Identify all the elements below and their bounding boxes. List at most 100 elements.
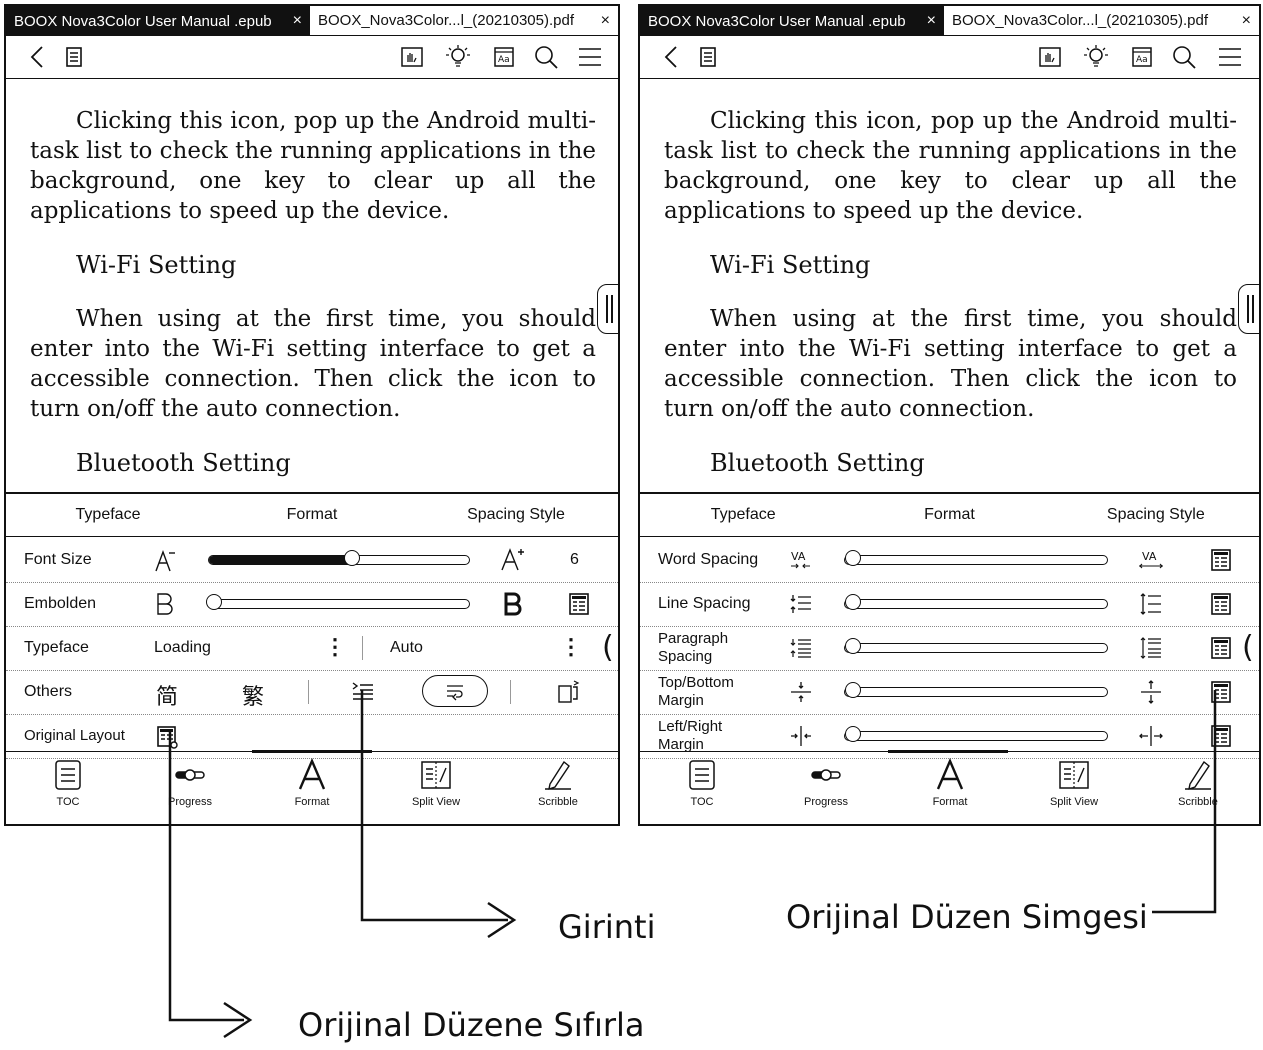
embolden-off-icon[interactable]	[152, 591, 178, 617]
touch-toggle-icon[interactable]	[1036, 44, 1064, 70]
typeface-more-icon[interactable]: ⋮	[324, 634, 346, 660]
menu-icon[interactable]	[1216, 44, 1244, 70]
book-info-icon[interactable]	[694, 44, 722, 70]
document-tabbar: BOOX Nova3Color User Manual .epub × BOOX…	[640, 6, 1259, 36]
original-layout-icon[interactable]	[1208, 723, 1234, 749]
side-drawer-handle[interactable]	[597, 284, 618, 334]
apply-layout-icon[interactable]	[566, 591, 592, 617]
vertical-margin-increase-icon[interactable]	[1138, 679, 1164, 705]
close-icon[interactable]: ×	[1242, 12, 1251, 30]
font-settings-icon[interactable]: Aa	[1128, 44, 1156, 70]
slider-knob[interactable]	[206, 594, 223, 610]
tab-format[interactable]: Format	[210, 494, 414, 536]
vertical-margin-decrease-icon[interactable]	[788, 679, 814, 705]
line-spacing-slider[interactable]	[844, 594, 1108, 610]
original-layout-icon[interactable]	[1208, 591, 1234, 617]
horizontal-margin-increase-icon[interactable]	[1138, 723, 1164, 749]
word-spacing-slider[interactable]	[844, 550, 1108, 566]
paragraph-spacing-increase-icon[interactable]	[1138, 635, 1164, 661]
frontlight-icon[interactable]	[1082, 44, 1110, 70]
panel-edge-handle[interactable]: (	[1242, 630, 1254, 665]
side-drawer-handle[interactable]	[1238, 284, 1259, 334]
reset-original-layout-icon[interactable]	[154, 724, 180, 750]
text-reflow-toggle[interactable]	[422, 675, 488, 707]
embolden-slider[interactable]	[206, 594, 470, 610]
left-right-margin-slider[interactable]	[844, 726, 1108, 742]
section-heading: Wi-Fi Setting	[710, 251, 871, 279]
top-bottom-margin-slider[interactable]	[844, 682, 1108, 698]
slider-knob[interactable]	[844, 594, 861, 610]
nav-toc[interactable]: TOC	[28, 758, 108, 808]
line-spacing-row: Line Spacing	[640, 582, 1259, 627]
nav-split-view[interactable]: Split View	[1034, 758, 1114, 808]
divider	[308, 680, 309, 704]
slider-knob[interactable]	[344, 550, 360, 566]
paragraph-spacing-slider[interactable]	[844, 638, 1108, 654]
nav-progress[interactable]: Progress	[150, 758, 230, 808]
embolden-on-icon[interactable]	[500, 591, 526, 617]
original-layout-icon[interactable]	[1208, 547, 1234, 573]
nav-format[interactable]: Format	[272, 758, 352, 808]
tab-epub[interactable]: BOOX Nova3Color User Manual .epub ×	[6, 6, 310, 36]
format-icon	[298, 758, 326, 790]
nav-progress[interactable]: Progress	[786, 758, 866, 808]
paragraph-spacing-label: Paragraph Spacing	[658, 630, 729, 665]
nav-format[interactable]: Format	[910, 758, 990, 808]
word-spacing-increase-icon[interactable]: VA	[1138, 547, 1164, 573]
slider-knob[interactable]	[844, 550, 861, 566]
tab-format[interactable]: Format	[846, 494, 1052, 536]
slider-knob[interactable]	[844, 726, 861, 742]
tab-pdf[interactable]: BOOX_Nova3Color...l_(20210305).pdf ×	[944, 6, 1259, 36]
original-layout-icon[interactable]	[1208, 679, 1234, 705]
font-decrease-icon[interactable]	[152, 548, 178, 574]
slider-knob[interactable]	[844, 638, 861, 654]
menu-icon[interactable]	[576, 44, 604, 70]
traditional-chinese-button[interactable]: 繁	[242, 679, 264, 711]
paragraph-spacing-decrease-icon[interactable]	[788, 635, 814, 661]
toc-icon	[689, 760, 715, 790]
close-icon[interactable]: ×	[927, 12, 936, 30]
typeface-value[interactable]: Loading	[154, 639, 211, 657]
touch-toggle-icon[interactable]	[398, 44, 426, 70]
reader-toolbar: Aa	[640, 36, 1259, 79]
horizontal-margin-decrease-icon[interactable]	[788, 723, 814, 749]
nav-split-view[interactable]: Split View	[396, 758, 476, 808]
frontlight-icon[interactable]	[444, 44, 472, 70]
search-icon[interactable]	[1170, 44, 1198, 70]
tab-typeface[interactable]: Typeface	[6, 494, 210, 536]
word-spacing-decrease-icon[interactable]: VA	[788, 547, 814, 573]
nav-scribble[interactable]: Scribble	[1158, 758, 1238, 808]
typeface-auto[interactable]: Auto	[390, 639, 423, 657]
tab-spacing-style[interactable]: Spacing Style	[414, 494, 618, 536]
line-spacing-decrease-icon[interactable]	[788, 591, 814, 617]
search-icon[interactable]	[532, 44, 560, 70]
tab-pdf[interactable]: BOOX_Nova3Color...l_(20210305).pdf ×	[310, 6, 618, 36]
slider-knob[interactable]	[844, 682, 861, 698]
font-settings-icon[interactable]: Aa	[490, 44, 518, 70]
book-info-icon[interactable]	[60, 44, 88, 70]
close-icon[interactable]: ×	[293, 12, 302, 30]
tab-epub[interactable]: BOOX Nova3Color User Manual .epub ×	[640, 6, 944, 36]
tab-typeface[interactable]: Typeface	[640, 494, 846, 536]
font-increase-icon[interactable]	[500, 546, 526, 572]
nav-toc[interactable]: TOC	[662, 758, 742, 808]
tab-spacing-style[interactable]: Spacing Style	[1053, 494, 1259, 536]
simplified-chinese-button[interactable]: 简	[156, 679, 178, 711]
indent-icon[interactable]	[350, 679, 376, 705]
back-icon[interactable]	[658, 44, 686, 70]
back-icon[interactable]	[24, 44, 52, 70]
original-layout-icon[interactable]	[1208, 635, 1234, 661]
annotation-original-layout-icon: Orijinal Düzen Simgesi	[786, 898, 1148, 936]
rotate-screen-icon[interactable]	[556, 679, 582, 705]
book-content: Clicking this icon, pop up the Android m…	[640, 80, 1259, 492]
nav-scribble[interactable]: Scribble	[518, 758, 598, 808]
section-heading: Bluetooth Setting	[710, 449, 925, 477]
line-spacing-increase-icon[interactable]	[1138, 591, 1164, 617]
others-row: Others 简 繁	[6, 670, 618, 715]
panel-edge-handle[interactable]: (	[602, 630, 614, 665]
typeface-auto-more-icon[interactable]: ⋮	[560, 634, 582, 660]
svg-text:VA: VA	[1142, 550, 1157, 563]
embolden-row: Embolden	[6, 582, 618, 627]
font-size-slider[interactable]	[208, 550, 470, 566]
close-icon[interactable]: ×	[601, 12, 610, 30]
